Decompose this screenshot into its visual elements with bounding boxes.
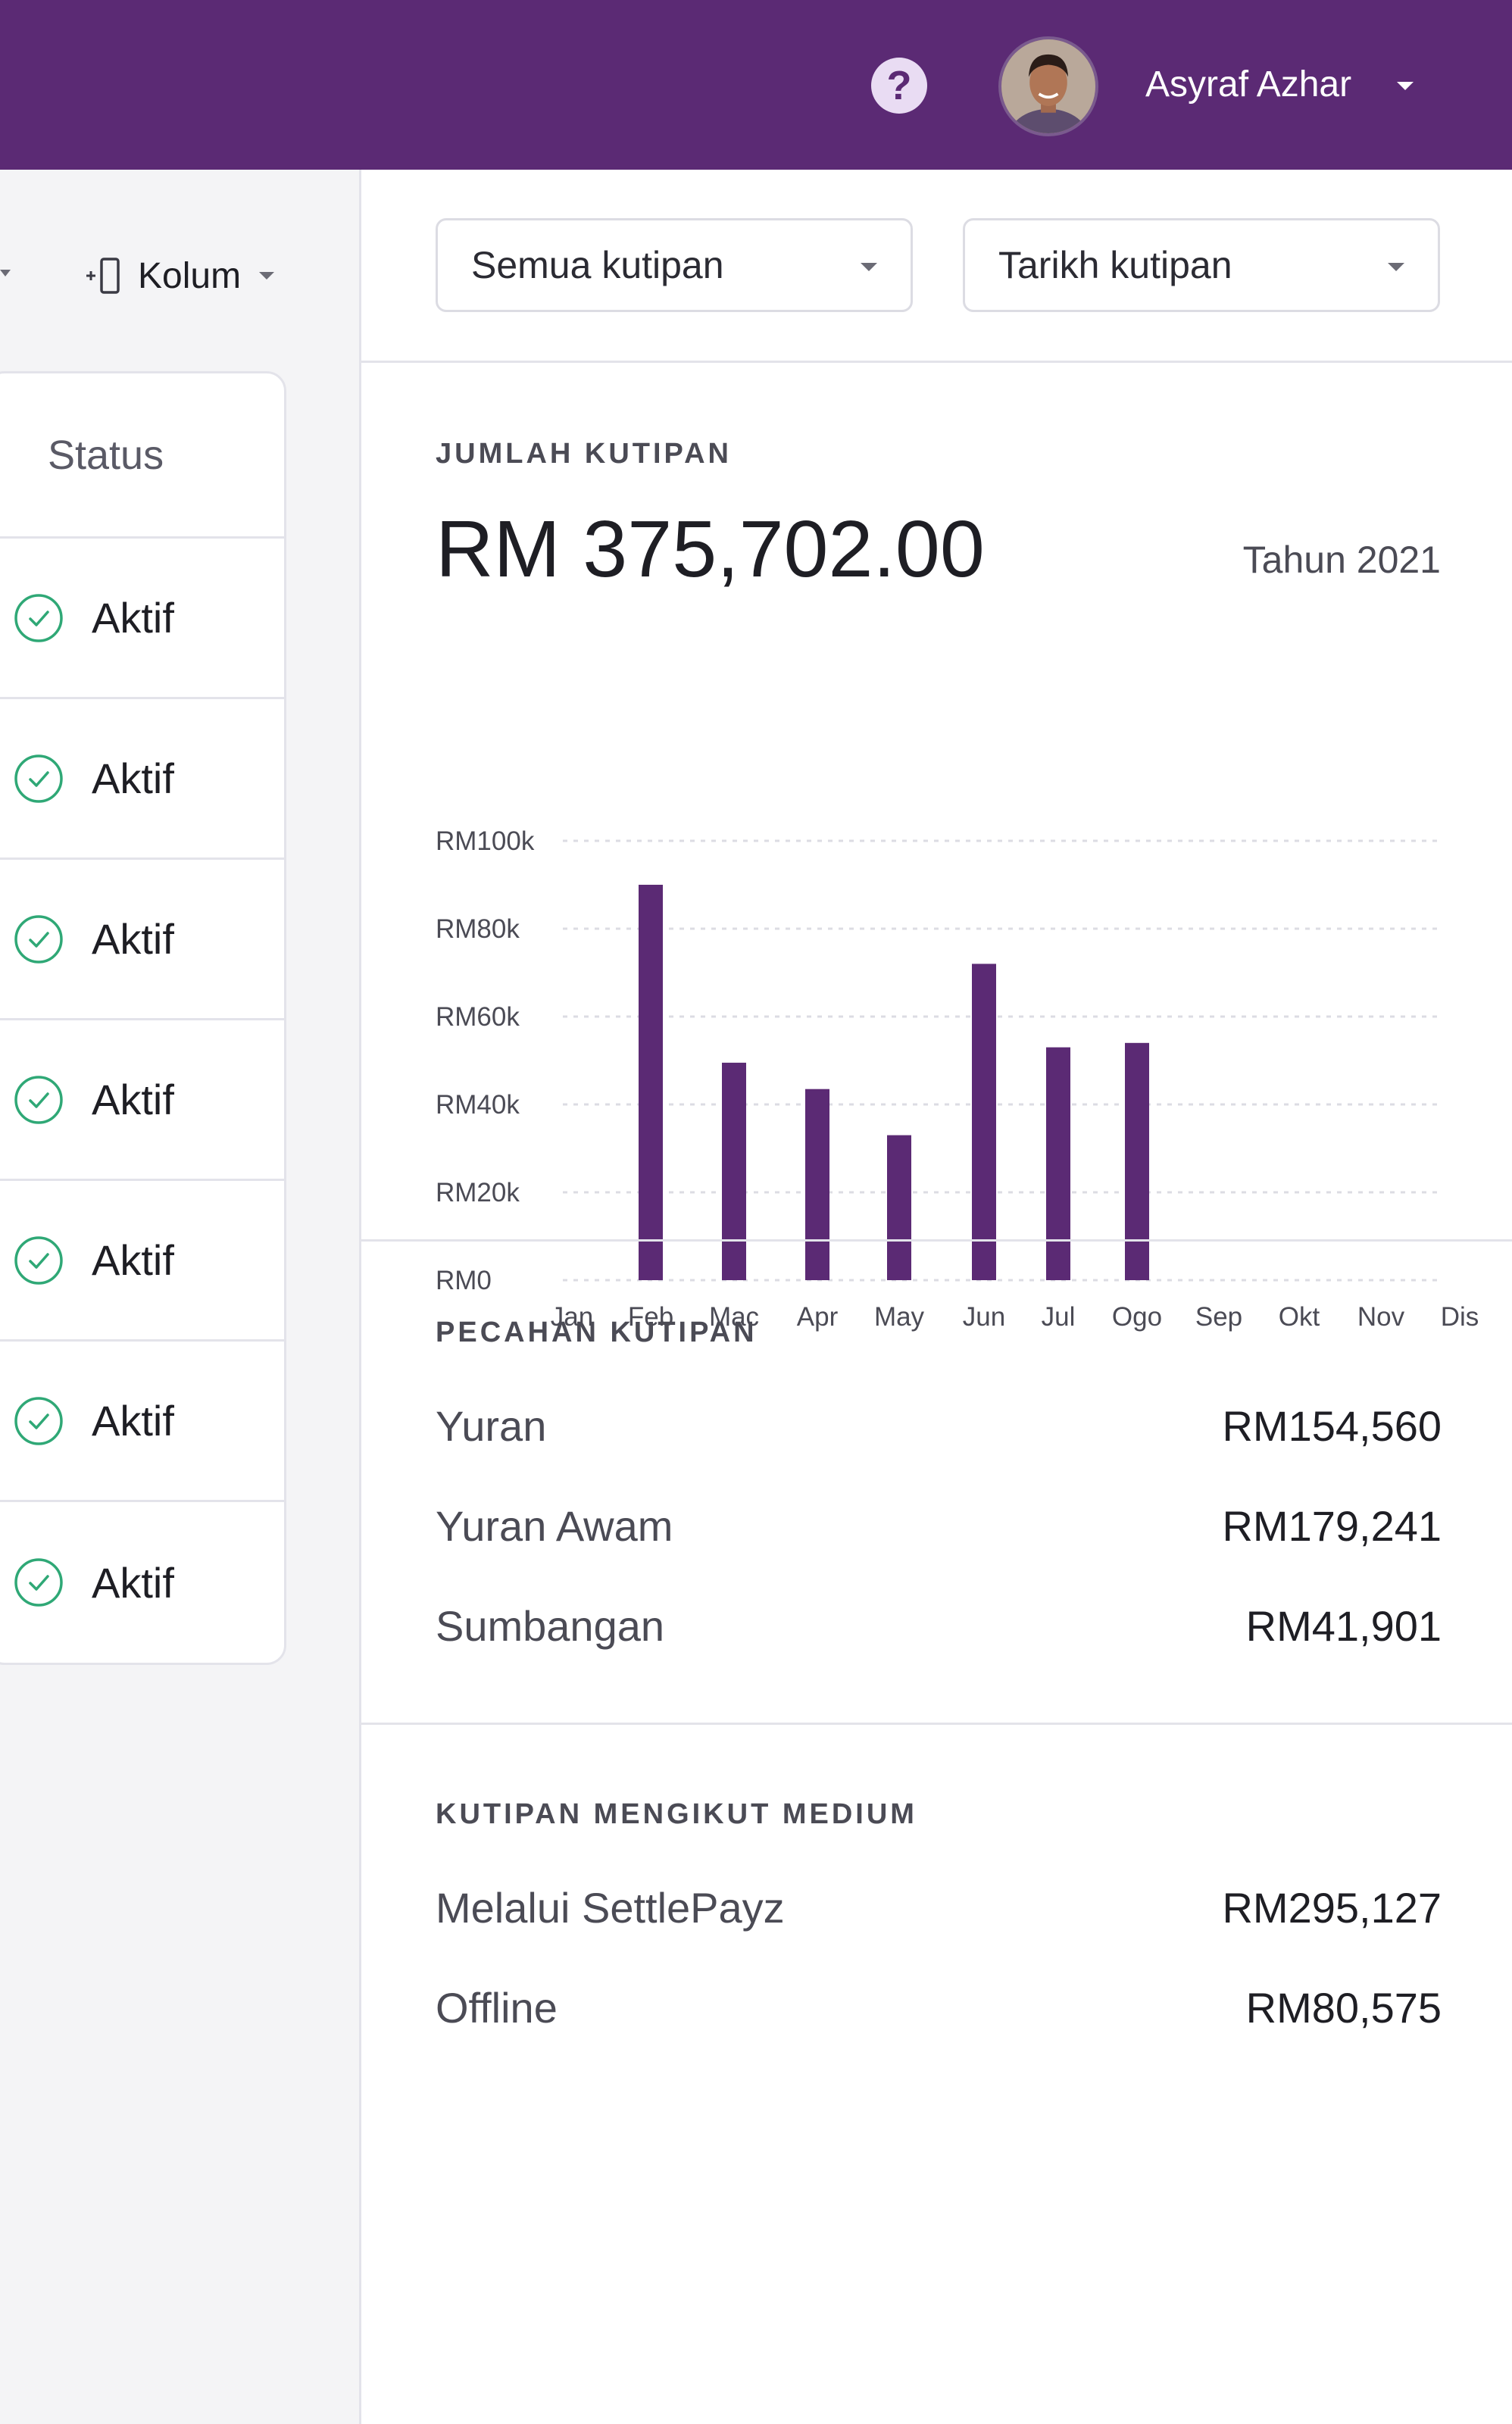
y-tick-label: RM20k	[436, 1178, 520, 1207]
amount-row-value: RM179,241	[1222, 1501, 1442, 1550]
status-text: Aktif	[92, 915, 174, 963]
x-tick-label: Okt	[1279, 1302, 1320, 1332]
user-menu-caret-icon[interactable]	[1397, 82, 1414, 90]
divider	[361, 1723, 1512, 1725]
status-text: Aktif	[92, 594, 174, 642]
check-circle-icon	[14, 1235, 63, 1285]
records-table-pane: Kolum Status Aktif Aktif Aktif Aktif Aktif Ak…	[0, 170, 359, 2424]
y-tick-label: RM40k	[436, 1090, 520, 1120]
y-tick-label: RM60k	[436, 1002, 520, 1032]
check-circle-icon	[14, 1075, 63, 1124]
amount-row-label: Sumbangan	[436, 1601, 665, 1650]
amount-row: Yuran Awam RM179,241	[436, 1495, 1442, 1556]
status-row[interactable]: Aktif	[0, 699, 284, 860]
status-row[interactable]: Aktif	[0, 1020, 284, 1181]
x-tick-label: Apr	[797, 1302, 839, 1332]
status-text: Aktif	[92, 1558, 174, 1607]
amount-row-value: RM41,901	[1245, 1601, 1442, 1650]
y-tick-label: RM100k	[436, 826, 535, 856]
summary-panel: Semua kutipan Tarikh kutipan JUMLAH KUTI…	[359, 170, 1512, 2424]
check-circle-icon	[14, 914, 63, 964]
amount-row-label: Melalui SettlePayz	[436, 1883, 785, 1932]
collection-type-select[interactable]: Semua kutipan	[436, 218, 913, 312]
x-tick-label: Dis	[1441, 1302, 1479, 1332]
amount-row-label: Yuran	[436, 1401, 547, 1450]
status-text: Aktif	[92, 1076, 174, 1123]
status-text: Aktif	[92, 1236, 174, 1284]
x-tick-label: Jun	[963, 1302, 1005, 1332]
amount-row-label: Offline	[436, 1983, 558, 2032]
total-collection-label: JUMLAH KUTIPAN	[436, 438, 732, 470]
bar-jun[interactable]	[972, 964, 996, 1280]
amount-row-label: Yuran Awam	[436, 1501, 673, 1550]
medium-label: KUTIPAN MENGIKUT MEDIUM	[436, 1798, 917, 1830]
amount-row: Sumbangan RM41,901	[436, 1595, 1442, 1656]
check-circle-icon	[14, 1558, 63, 1607]
status-row[interactable]: Aktif	[0, 860, 284, 1020]
status-text: Aktif	[92, 1397, 174, 1445]
divider	[361, 1239, 1512, 1242]
bar-ogo[interactable]	[1125, 1042, 1149, 1280]
check-circle-icon	[14, 1396, 63, 1445]
status-text: Aktif	[92, 754, 174, 802]
status-row[interactable]: Aktif	[0, 1342, 284, 1502]
check-circle-icon	[14, 593, 63, 642]
amount-row: Yuran RM154,560	[436, 1395, 1442, 1456]
y-tick-label: RM80k	[436, 914, 520, 944]
user-avatar[interactable]	[998, 36, 1098, 136]
amount-row-value: RM154,560	[1222, 1401, 1442, 1450]
chevron-down-icon	[259, 272, 275, 280]
bar-jul[interactable]	[1046, 1047, 1070, 1280]
amount-row: Melalui SettlePayz RM295,127	[436, 1877, 1442, 1938]
collection-type-value: Semua kutipan	[471, 244, 724, 286]
top-bar: ? Asyraf Azhar	[0, 0, 1512, 170]
x-tick-label: May	[874, 1302, 925, 1332]
x-tick-label: Nov	[1357, 1302, 1405, 1332]
divider	[361, 361, 1512, 363]
collection-date-select[interactable]: Tarikh kutipan	[963, 218, 1440, 312]
chevron-down-icon	[861, 263, 877, 271]
status-column-header[interactable]: Status	[0, 373, 284, 539]
bar-may[interactable]	[887, 1135, 911, 1280]
collection-date-value: Tarikh kutipan	[998, 244, 1232, 286]
amount-row-value: RM80,575	[1245, 1983, 1442, 2032]
breakdown-label: PECAHAN KUTIPAN	[436, 1317, 758, 1348]
monthly-collection-chart: RM0RM20kRM40kRM60kRM80kRM100kJan Feb Mac Ap…	[436, 826, 1479, 1332]
status-row[interactable]: Aktif	[0, 1502, 284, 1663]
chevron-down-icon	[1388, 263, 1404, 271]
y-tick-label: RM0	[436, 1266, 492, 1295]
check-circle-icon	[14, 754, 63, 803]
x-tick-label: Jul	[1042, 1302, 1076, 1332]
add-column-icon	[86, 258, 120, 294]
columns-button-label: Kolum	[138, 255, 242, 296]
bar-apr[interactable]	[805, 1089, 829, 1280]
bar-feb[interactable]	[639, 885, 663, 1280]
status-row[interactable]: Aktif	[0, 539, 284, 699]
status-row[interactable]: Aktif	[0, 1181, 284, 1342]
user-name[interactable]: Asyraf Azhar	[1145, 61, 1351, 109]
x-tick-label: Ogo	[1112, 1302, 1162, 1332]
amount-row: Offline RM80,575	[436, 1977, 1442, 2038]
columns-button[interactable]: Kolum	[85, 245, 275, 306]
year-label: Tahun 2021	[1242, 539, 1441, 581]
total-collection-amount: RM 375,702.00	[436, 504, 985, 594]
help-icon[interactable]: ?	[871, 58, 927, 114]
bar-mac[interactable]	[722, 1062, 746, 1280]
partial-dropdown-caret-icon[interactable]	[0, 270, 11, 276]
status-column-card: Status Aktif Aktif Aktif Aktif Aktif Aktif Akt…	[0, 371, 286, 1665]
x-tick-label: Sep	[1195, 1302, 1242, 1332]
amount-row-value: RM295,127	[1222, 1883, 1442, 1932]
